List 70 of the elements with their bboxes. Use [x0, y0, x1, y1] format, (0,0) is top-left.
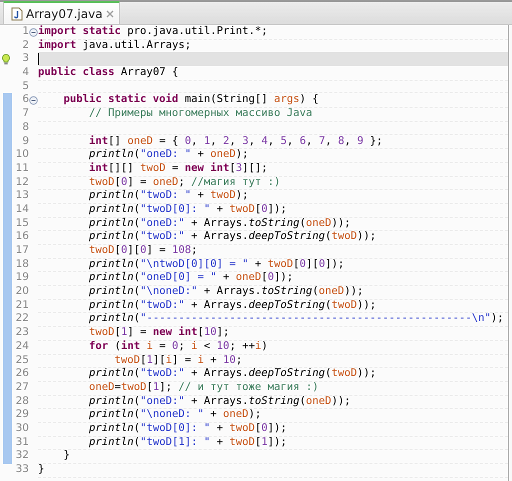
code-line: twoD[1] = new int[10]; [88, 326, 230, 340]
line-number: 18 [14, 258, 29, 272]
line-number: 23 [14, 326, 29, 340]
code-line: println("oneD:" + Arrays.toString(oneD)); [88, 394, 351, 408]
collapse-icon[interactable] [29, 28, 38, 37]
code-line: println("twoD[0]: " + twoD[0]); [88, 202, 287, 217]
line-number: 14 [14, 202, 29, 217]
code-line: public class Array07 { [38, 66, 178, 80]
code-line: int[][] twoD = new int[3][]; [88, 162, 268, 176]
java-file-icon [11, 6, 23, 20]
code-line: println("twoD[0]: " + twoD[0]); [88, 422, 287, 436]
code-line: println("twoD:" + Arrays.deepToString(twoD)); [88, 230, 376, 244]
line-number: 22 [14, 312, 29, 326]
code-line: println("oneD:" + Arrays.toString(oneD)); [88, 216, 351, 230]
line-number: 1 [21, 25, 29, 39]
editor-tab[interactable]: Array07.java [3, 1, 120, 24]
line-number: 7 [21, 107, 29, 122]
code-line: println("\noneD:" + Arrays.toString(oneD)); [88, 285, 364, 299]
line-number: 2 [21, 38, 29, 53]
line-number: 17 [14, 244, 29, 258]
collapse-icon[interactable] [29, 96, 38, 106]
code-line: twoD[0] = oneD; //магия тут :) [88, 176, 280, 190]
code-line: println("oneD[0] = " + oneD[0]); [88, 271, 294, 286]
line-number: 5 [21, 80, 29, 94]
line-number: 32 [14, 449, 29, 464]
line-number: 8 [21, 120, 29, 135]
code-line: twoD[1][i] = i + 10; [114, 354, 242, 368]
text-cursor [38, 53, 39, 65]
line-number: 21 [14, 298, 29, 313]
code-line: import java.util.Arrays; [38, 38, 192, 52]
code-line: // Примеры многомерных массиво Java [88, 107, 312, 121]
line-number: 26 [14, 367, 29, 382]
code-line: println("twoD: " + twoD); [88, 189, 249, 203]
line-number: 33 [14, 463, 29, 477]
line-number: 31 [14, 436, 29, 450]
line-number: 25 [14, 354, 29, 368]
line-number: 3 [21, 52, 29, 66]
code-line: println("\ntwoD[0][0] = " + twoD[0][0]); [88, 258, 344, 272]
code-line: println("twoD:" + Arrays.deepToString(twoD)); [88, 367, 376, 381]
line-number: 12 [14, 176, 29, 190]
lightbulb-icon[interactable] [2, 54, 10, 65]
line-number: 20 [14, 285, 29, 300]
code-line: println("\noneD: " + oneD); [88, 408, 262, 422]
code-line: println("twoD[1]: " + twoD[1]); [88, 436, 287, 450]
line-number: 6 [21, 93, 29, 108]
code-line: oneD=twoD[1]; // и тут тоже магия :) [88, 380, 319, 395]
line-number: 24 [14, 340, 29, 354]
line-number: 16 [14, 230, 29, 244]
close-icon[interactable] [106, 10, 114, 18]
line-number: 29 [14, 408, 29, 422]
code-line: import static pro.java.util.Print.*; [38, 25, 268, 39]
line-number: 4 [21, 66, 29, 80]
line-number: 30 [14, 422, 29, 436]
line-number: 10 [14, 148, 29, 162]
line-number: 11 [14, 162, 29, 176]
code-line: } [62, 449, 70, 464]
code-line: println("twoD:" + Arrays.deepToString(twoD)); [88, 298, 376, 312]
code-line: println("oneD: " + oneD); [88, 148, 249, 162]
line-number: 27 [14, 380, 29, 395]
code-line: println("---------------------------------------------------\n"); [88, 312, 504, 326]
code-line: public static void main(String[] args) { [62, 93, 319, 108]
code-line: for (int i = 0; i < 10; ++i) [88, 340, 268, 354]
line-number: 9 [21, 134, 29, 148]
line-number: 13 [14, 189, 29, 204]
code-line: twoD[0][0] = 108; [88, 244, 198, 258]
line-number: 15 [14, 216, 29, 231]
code-line: } [38, 463, 44, 477]
line-number: 19 [14, 271, 29, 286]
line-number: 28 [14, 394, 29, 409]
code-line: int[] oneD = { 0, 1, 2, 3, 4, 5, 6, 7, 8, 9 }; [88, 134, 383, 148]
